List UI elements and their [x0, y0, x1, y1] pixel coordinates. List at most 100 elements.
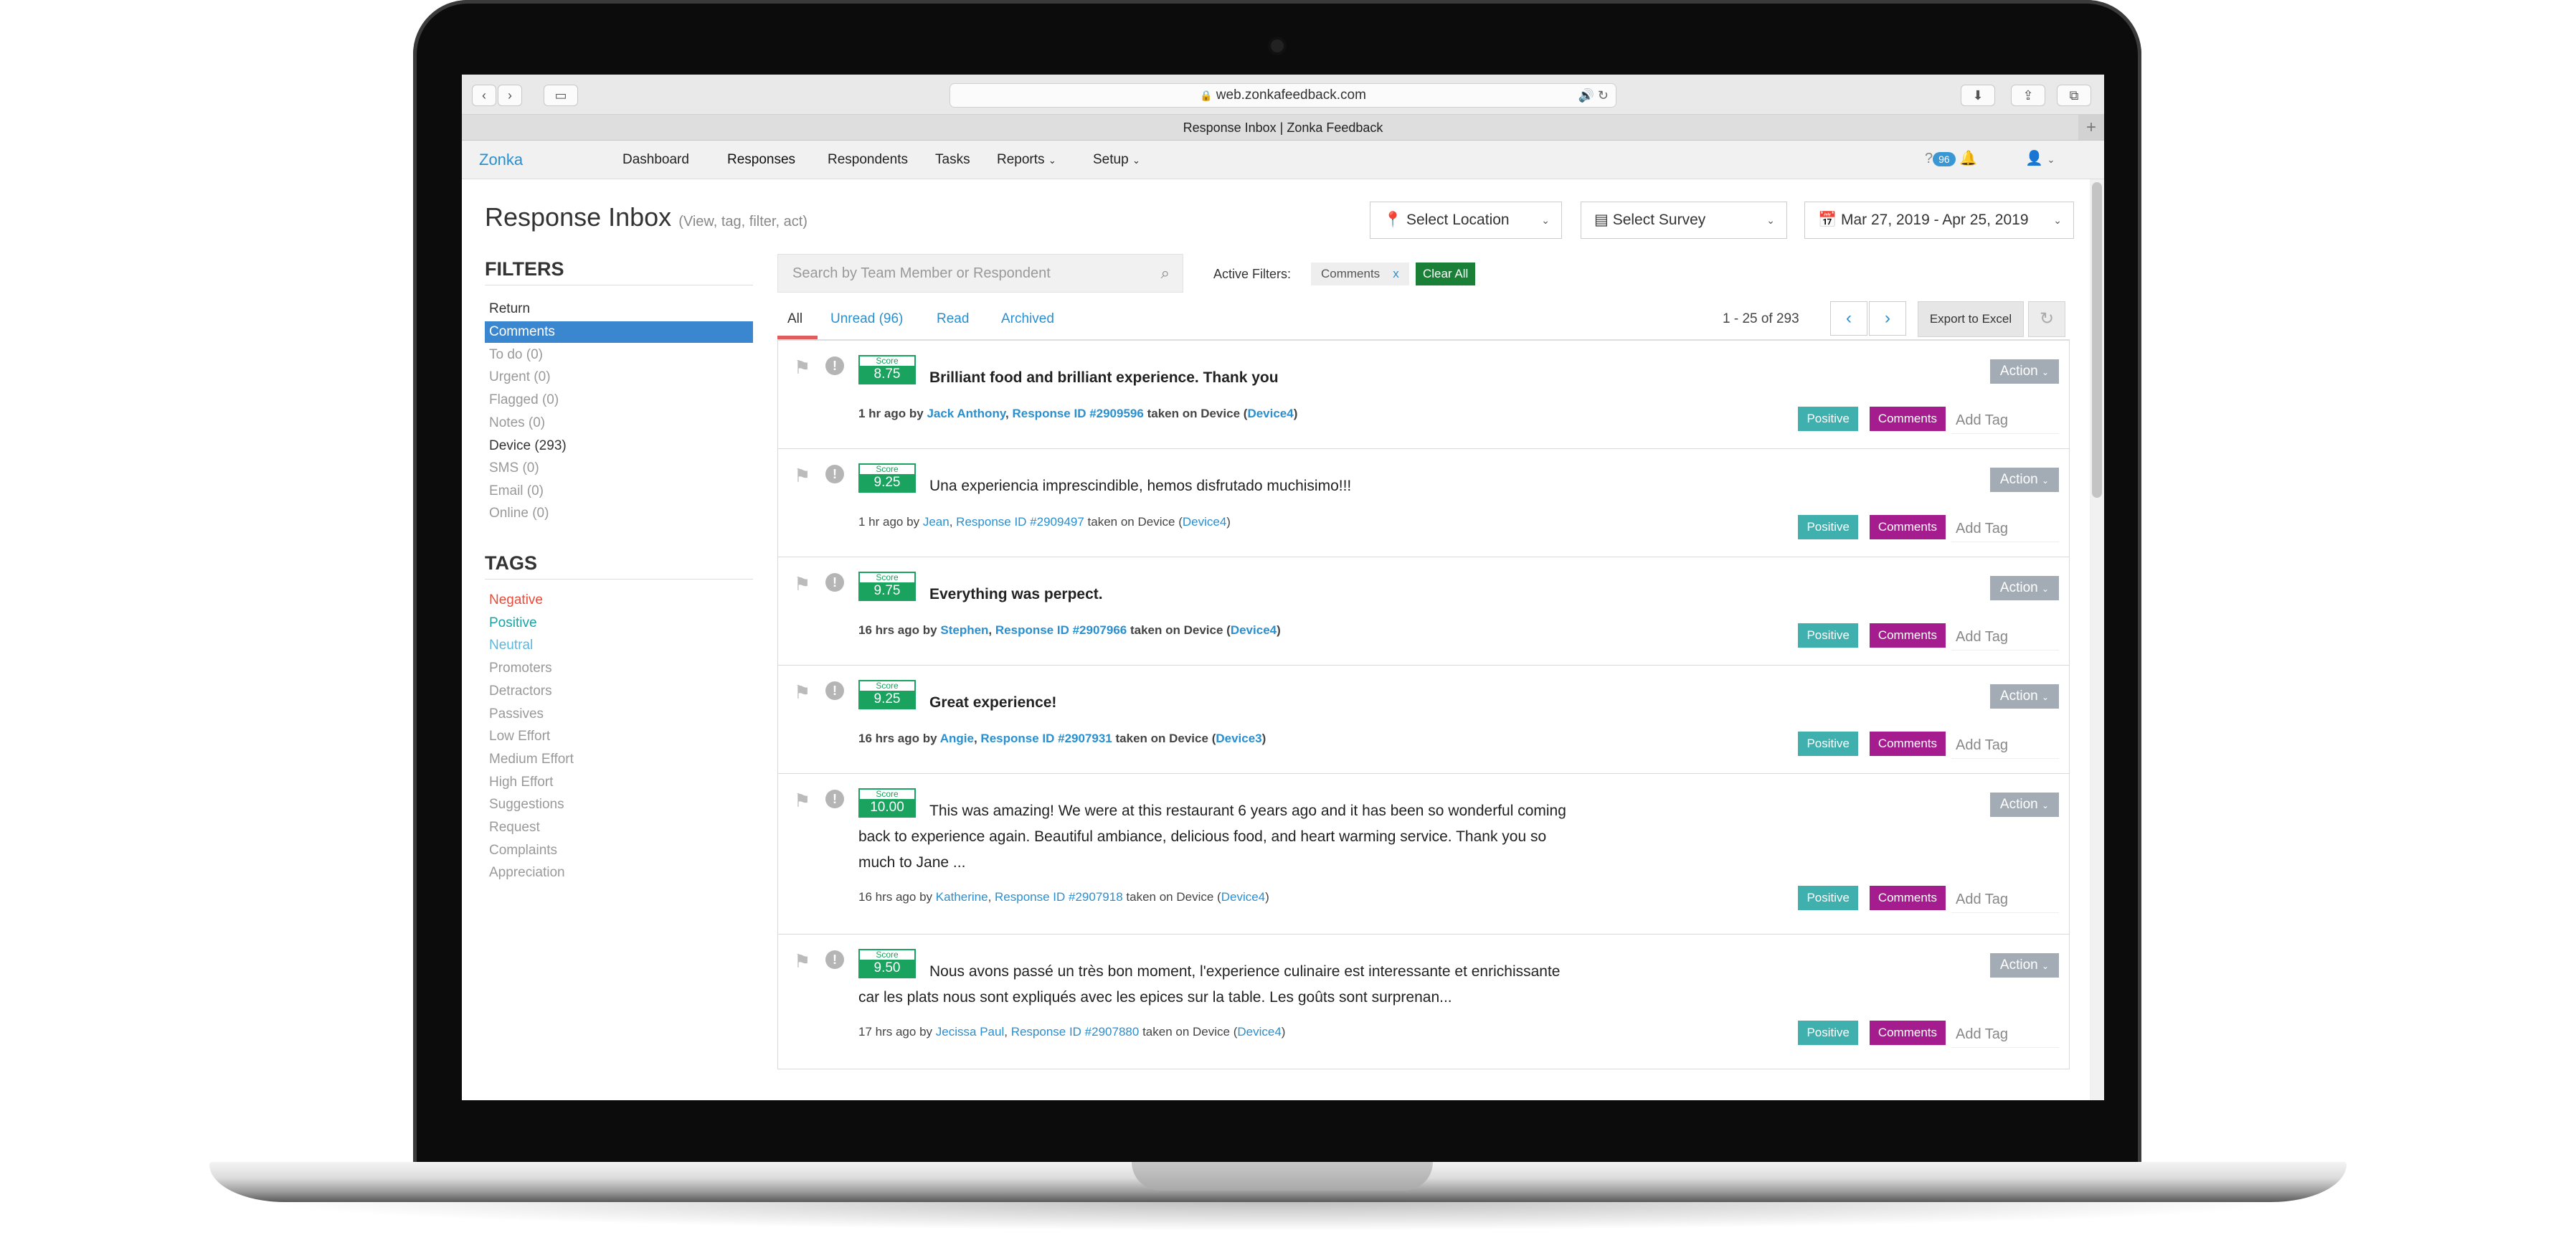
brand-logo[interactable]: Zonka: [479, 151, 523, 169]
tag-promoters[interactable]: Promoters: [489, 661, 552, 676]
tabs-overview-icon[interactable]: ⧉: [2057, 85, 2091, 106]
action-button[interactable]: Action ⌄: [1990, 576, 2059, 600]
url-bar[interactable]: 🔒 web.zonkafeedback.com 🔊 ↻: [950, 83, 1616, 108]
alert-icon[interactable]: !: [825, 790, 844, 808]
response-id-link[interactable]: Response ID #2907931: [980, 732, 1112, 745]
tag-chip-positive[interactable]: Positive: [1798, 1021, 1858, 1045]
survey-select[interactable]: ▤ Select Survey ⌄: [1581, 202, 1787, 239]
response-id-link[interactable]: Response ID #2907966: [995, 623, 1127, 637]
respondent-link[interactable]: Katherine: [936, 890, 988, 904]
tag-positive[interactable]: Positive: [489, 615, 537, 631]
filter-urgent[interactable]: Urgent (0): [489, 369, 551, 385]
nav-respondents[interactable]: Respondents: [828, 152, 908, 168]
tag-request[interactable]: Request: [489, 820, 540, 836]
help-notifications[interactable]: ? 96 🔔: [1925, 149, 1977, 167]
tag-detractors[interactable]: Detractors: [489, 684, 552, 699]
filter-sms[interactable]: SMS (0): [489, 460, 539, 476]
add-tag-input[interactable]: Add Tag: [1951, 623, 2059, 651]
device-link[interactable]: Device4: [1237, 1025, 1281, 1039]
nav-reports[interactable]: Reports ⌄: [997, 152, 1056, 168]
new-tab-icon[interactable]: +: [2078, 115, 2104, 140]
tag-neutral[interactable]: Neutral: [489, 638, 533, 653]
flag-icon[interactable]: ⚑: [794, 681, 810, 704]
tag-suggestions[interactable]: Suggestions: [489, 797, 564, 813]
alert-icon[interactable]: !: [825, 950, 844, 969]
search-icon[interactable]: ⌕: [1161, 255, 1170, 292]
nav-setup[interactable]: Setup ⌄: [1093, 152, 1140, 168]
tag-appreciation[interactable]: Appreciation: [489, 865, 565, 881]
filter-email[interactable]: Email (0): [489, 483, 544, 499]
forward-icon[interactable]: ›: [498, 85, 522, 106]
response-id-link[interactable]: Response ID #2909497: [956, 515, 1084, 529]
tag-chip-positive[interactable]: Positive: [1798, 623, 1858, 648]
close-icon[interactable]: x: [1393, 267, 1399, 280]
browser-tab[interactable]: Response Inbox | Zonka Feedback +: [462, 115, 2104, 141]
tab-archived[interactable]: Archived: [1001, 311, 1054, 327]
response-id-link[interactable]: Response ID #2909596: [1013, 407, 1144, 420]
scrollbar-thumb[interactable]: [2092, 182, 2102, 498]
action-button[interactable]: Action ⌄: [1990, 953, 2059, 978]
audio-icon[interactable]: 🔊: [1578, 88, 1594, 103]
device-link[interactable]: Device4: [1183, 515, 1226, 529]
response-card[interactable]: ⚑! Score 9.25 Una experiencia imprescindibl…: [777, 449, 2070, 557]
add-tag-input[interactable]: Add Tag: [1951, 1021, 2059, 1048]
sidebar-icon[interactable]: ▭: [544, 85, 578, 106]
refresh-icon[interactable]: ↻: [2028, 301, 2065, 337]
alert-icon[interactable]: !: [825, 356, 844, 375]
tab-all[interactable]: All: [787, 311, 802, 327]
tag-chip-comments[interactable]: Comments: [1869, 1021, 1946, 1045]
filter-comments[interactable]: Comments: [485, 321, 753, 343]
tag-medium-effort[interactable]: Medium Effort: [489, 752, 574, 767]
device-link[interactable]: Device3: [1216, 732, 1261, 745]
filter-notes[interactable]: Notes (0): [489, 415, 545, 431]
alert-icon[interactable]: !: [825, 681, 844, 700]
prev-page-icon[interactable]: ‹: [1830, 301, 1867, 336]
nav-dashboard[interactable]: Dashboard: [622, 152, 689, 168]
tag-complaints[interactable]: Complaints: [489, 843, 557, 859]
add-tag-input[interactable]: Add Tag: [1951, 515, 2059, 542]
alert-icon[interactable]: !: [825, 573, 844, 592]
tag-chip-positive[interactable]: Positive: [1798, 515, 1858, 539]
device-link[interactable]: Device4: [1221, 890, 1265, 904]
date-range-select[interactable]: 📅 Mar 27, 2019 - Apr 25, 2019 ⌄: [1804, 202, 2074, 239]
tag-chip-comments[interactable]: Comments: [1869, 623, 1946, 648]
tag-chip-positive[interactable]: Positive: [1798, 407, 1858, 431]
tag-low-effort[interactable]: Low Effort: [489, 729, 550, 744]
device-link[interactable]: Device4: [1231, 623, 1277, 637]
alert-icon[interactable]: !: [825, 465, 844, 483]
response-card[interactable]: ⚑! Score 9.75 Everything was perpect. 16 hrs…: [777, 557, 2070, 666]
flag-icon[interactable]: ⚑: [794, 573, 810, 595]
filter-flagged[interactable]: Flagged (0): [489, 392, 559, 408]
nav-tasks[interactable]: Tasks: [935, 152, 970, 168]
response-card[interactable]: ⚑! Score 10.00 This was amazing! We were at…: [777, 774, 2070, 935]
response-card[interactable]: ⚑! Score 8.75 Brilliant food and brilliant …: [777, 341, 2070, 449]
tag-chip-positive[interactable]: Positive: [1798, 886, 1858, 910]
nav-responses[interactable]: Responses: [727, 152, 795, 168]
action-button[interactable]: Action ⌄: [1990, 793, 2059, 817]
tab-unread[interactable]: Unread (96): [830, 311, 903, 327]
tag-passives[interactable]: Passives: [489, 706, 544, 722]
action-button[interactable]: Action ⌄: [1990, 359, 2059, 384]
response-card[interactable]: ⚑! Score 9.50 Nous avons passé un très bon …: [777, 935, 2070, 1069]
response-id-link[interactable]: Response ID #2907880: [1011, 1025, 1140, 1039]
respondent-link[interactable]: Jack Anthony: [927, 407, 1005, 420]
action-button[interactable]: Action ⌄: [1990, 468, 2059, 492]
respondent-link[interactable]: Angie: [940, 732, 974, 745]
filter-todo[interactable]: To do (0): [489, 347, 543, 363]
filter-return[interactable]: Return: [489, 301, 530, 317]
filter-online[interactable]: Online (0): [489, 506, 549, 521]
respondent-link[interactable]: Jecissa Paul: [936, 1025, 1004, 1039]
next-page-icon[interactable]: ›: [1869, 301, 1906, 336]
share-icon[interactable]: ⇪: [2011, 85, 2045, 106]
add-tag-input[interactable]: Add Tag: [1951, 407, 2059, 434]
tag-chip-comments[interactable]: Comments: [1869, 407, 1946, 431]
tag-high-effort[interactable]: High Effort: [489, 775, 553, 790]
tab-read[interactable]: Read: [937, 311, 969, 327]
tag-chip-comments[interactable]: Comments: [1869, 515, 1946, 539]
tag-chip-positive[interactable]: Positive: [1798, 732, 1858, 756]
tag-chip-comments[interactable]: Comments: [1869, 732, 1946, 756]
action-button[interactable]: Action ⌄: [1990, 684, 2059, 709]
tag-chip-comments[interactable]: Comments: [1869, 886, 1946, 910]
tag-negative[interactable]: Negative: [489, 592, 543, 608]
flag-icon[interactable]: ⚑: [794, 950, 810, 973]
